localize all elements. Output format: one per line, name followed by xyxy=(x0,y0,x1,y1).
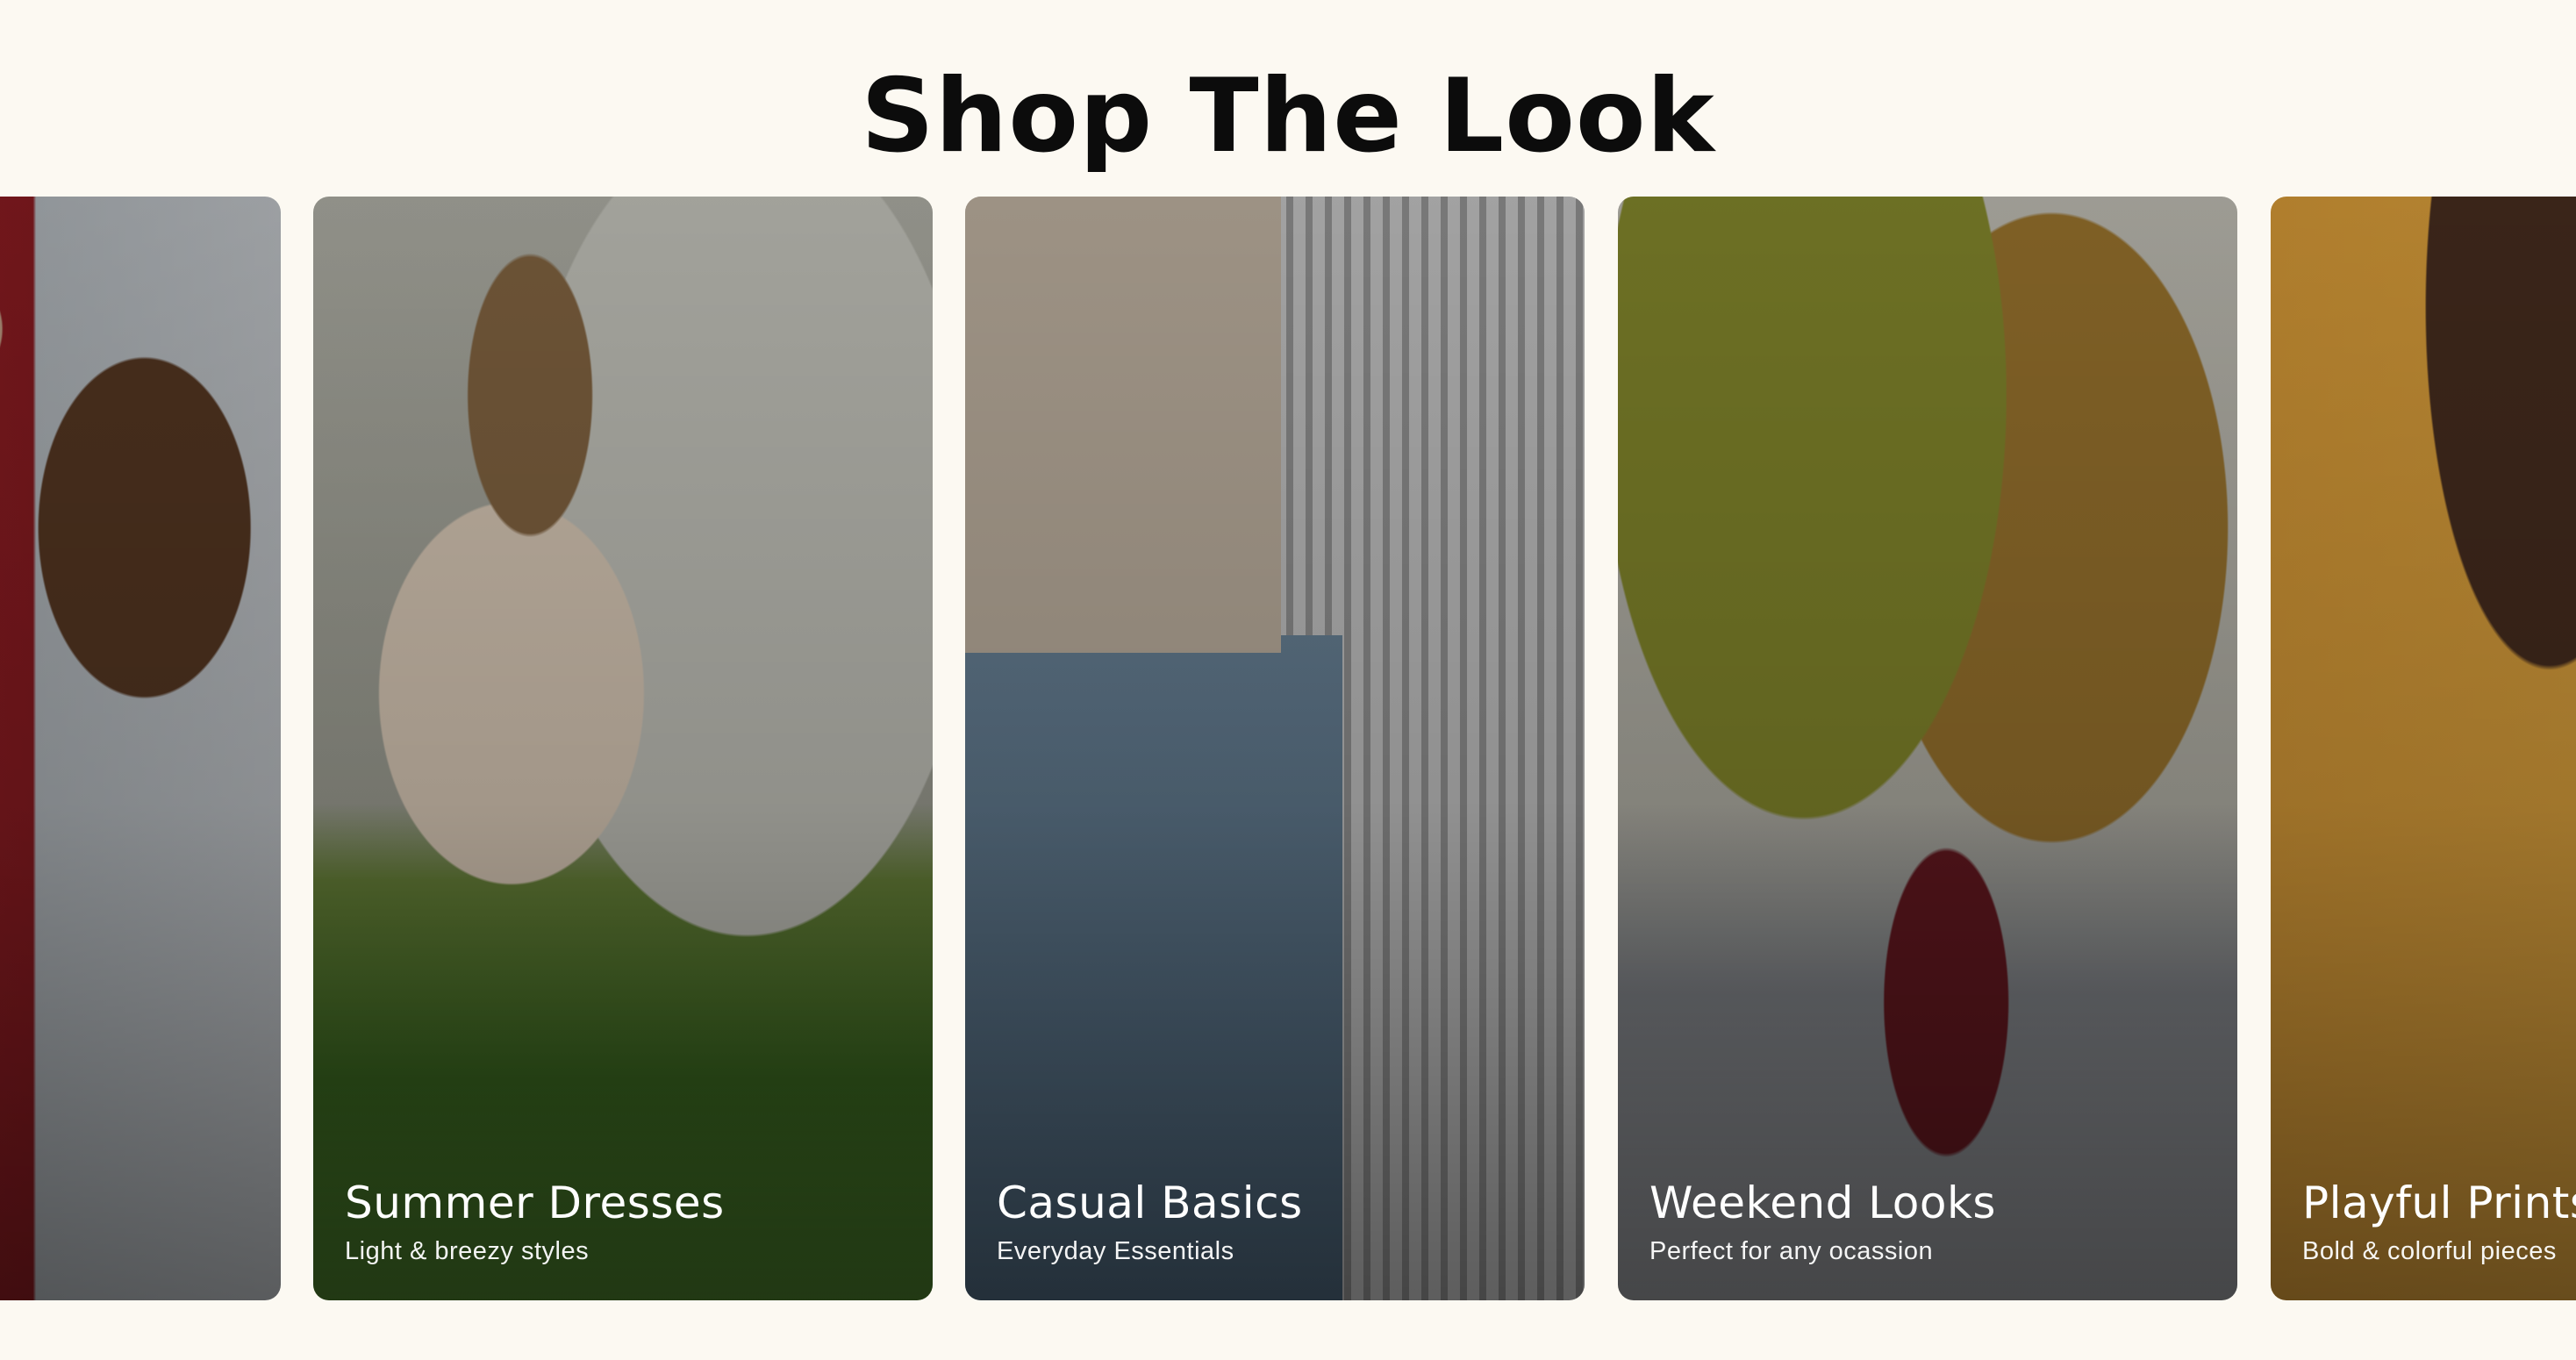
look-card-playful-prints[interactable]: Playful Prints Bold & colorful pieces xyxy=(2271,197,2576,1300)
look-card-subtitle: Light & breezy styles xyxy=(345,1237,590,1265)
look-card-weekend-looks[interactable]: Weekend Looks Perfect for any ocassion xyxy=(1618,197,2237,1300)
look-carousel[interactable]: Summer Dresses Light & breezy styles Cas… xyxy=(0,197,2576,1300)
look-card-caption: Playful Prints Bold & colorful pieces xyxy=(2302,1176,2576,1269)
look-card-summer-dresses[interactable]: Summer Dresses Light & breezy styles xyxy=(313,197,933,1300)
page-title: Shop The Look xyxy=(861,57,1715,175)
look-card-title: Playful Prints xyxy=(2302,1177,2576,1228)
look-card-casual-basics[interactable]: Casual Basics Everyday Essentials xyxy=(965,197,1585,1300)
look-card-title: Summer Dresses xyxy=(345,1177,725,1228)
look-card-caption: Weekend Looks Perfect for any ocassion xyxy=(1649,1176,2229,1269)
look-card-title: Weekend Looks xyxy=(1649,1177,1996,1228)
look-card-subtitle: Perfect for any ocassion xyxy=(1649,1237,1934,1265)
look-card-caption: Casual Basics Everyday Essentials xyxy=(997,1176,1576,1269)
look-card-red-dress[interactable] xyxy=(0,197,281,1300)
look-card-subtitle: Everyday Essentials xyxy=(997,1237,1234,1265)
look-card-caption: Summer Dresses Light & breezy styles xyxy=(345,1176,924,1269)
look-card-subtitle: Bold & colorful pieces xyxy=(2302,1237,2557,1265)
look-card-title: Casual Basics xyxy=(997,1177,1303,1228)
